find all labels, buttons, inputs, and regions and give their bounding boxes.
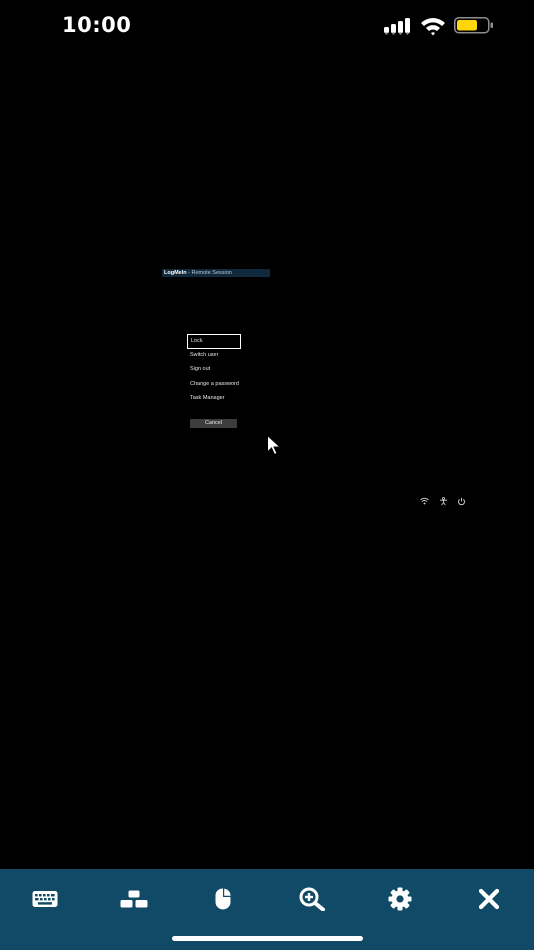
wifi-icon — [421, 18, 445, 36]
display-switch-icon — [120, 890, 148, 908]
zoom-button[interactable] — [290, 877, 334, 921]
status-bar: 10:00 — [0, 0, 534, 52]
menu-item-change-password[interactable]: Change a password — [187, 377, 241, 392]
menu-item-switch-user[interactable]: Switch user — [187, 348, 241, 363]
keyboard-icon — [32, 891, 58, 907]
close-icon — [478, 888, 500, 910]
zoom-icon — [299, 887, 325, 911]
mouse-icon — [215, 888, 231, 910]
remote-session-title-bar: LogMeIn - Remote Session — [162, 269, 270, 277]
session-brand: LogMeIn — [164, 270, 187, 276]
session-subtitle: - Remote Session — [186, 270, 232, 276]
mouse-mode-button[interactable] — [201, 877, 245, 921]
power-icon[interactable] — [457, 497, 466, 506]
display-switch-button[interactable] — [112, 877, 156, 921]
bottom-toolbar — [0, 869, 534, 950]
cancel-button[interactable]: Cancel — [190, 419, 237, 428]
close-session-button[interactable] — [467, 877, 511, 921]
battery-icon — [454, 17, 493, 34]
menu-item-sign-out[interactable]: Sign out — [187, 362, 241, 377]
status-time: 10:00 — [62, 13, 132, 37]
menu-item-lock[interactable]: Lock — [187, 334, 241, 349]
network-icon[interactable] — [420, 497, 429, 505]
accessibility-icon[interactable] — [439, 497, 448, 506]
menu-item-task-manager[interactable]: Task Manager — [187, 391, 241, 406]
home-indicator[interactable] — [172, 936, 363, 941]
signal-icon — [384, 18, 410, 35]
keyboard-button[interactable] — [23, 877, 67, 921]
mouse-cursor-icon — [267, 434, 282, 456]
settings-gear-icon — [388, 887, 412, 911]
settings-button[interactable] — [378, 877, 422, 921]
remote-session-screen: 10:00 LogMeIn - Remote Session Lock Swit… — [0, 0, 534, 950]
